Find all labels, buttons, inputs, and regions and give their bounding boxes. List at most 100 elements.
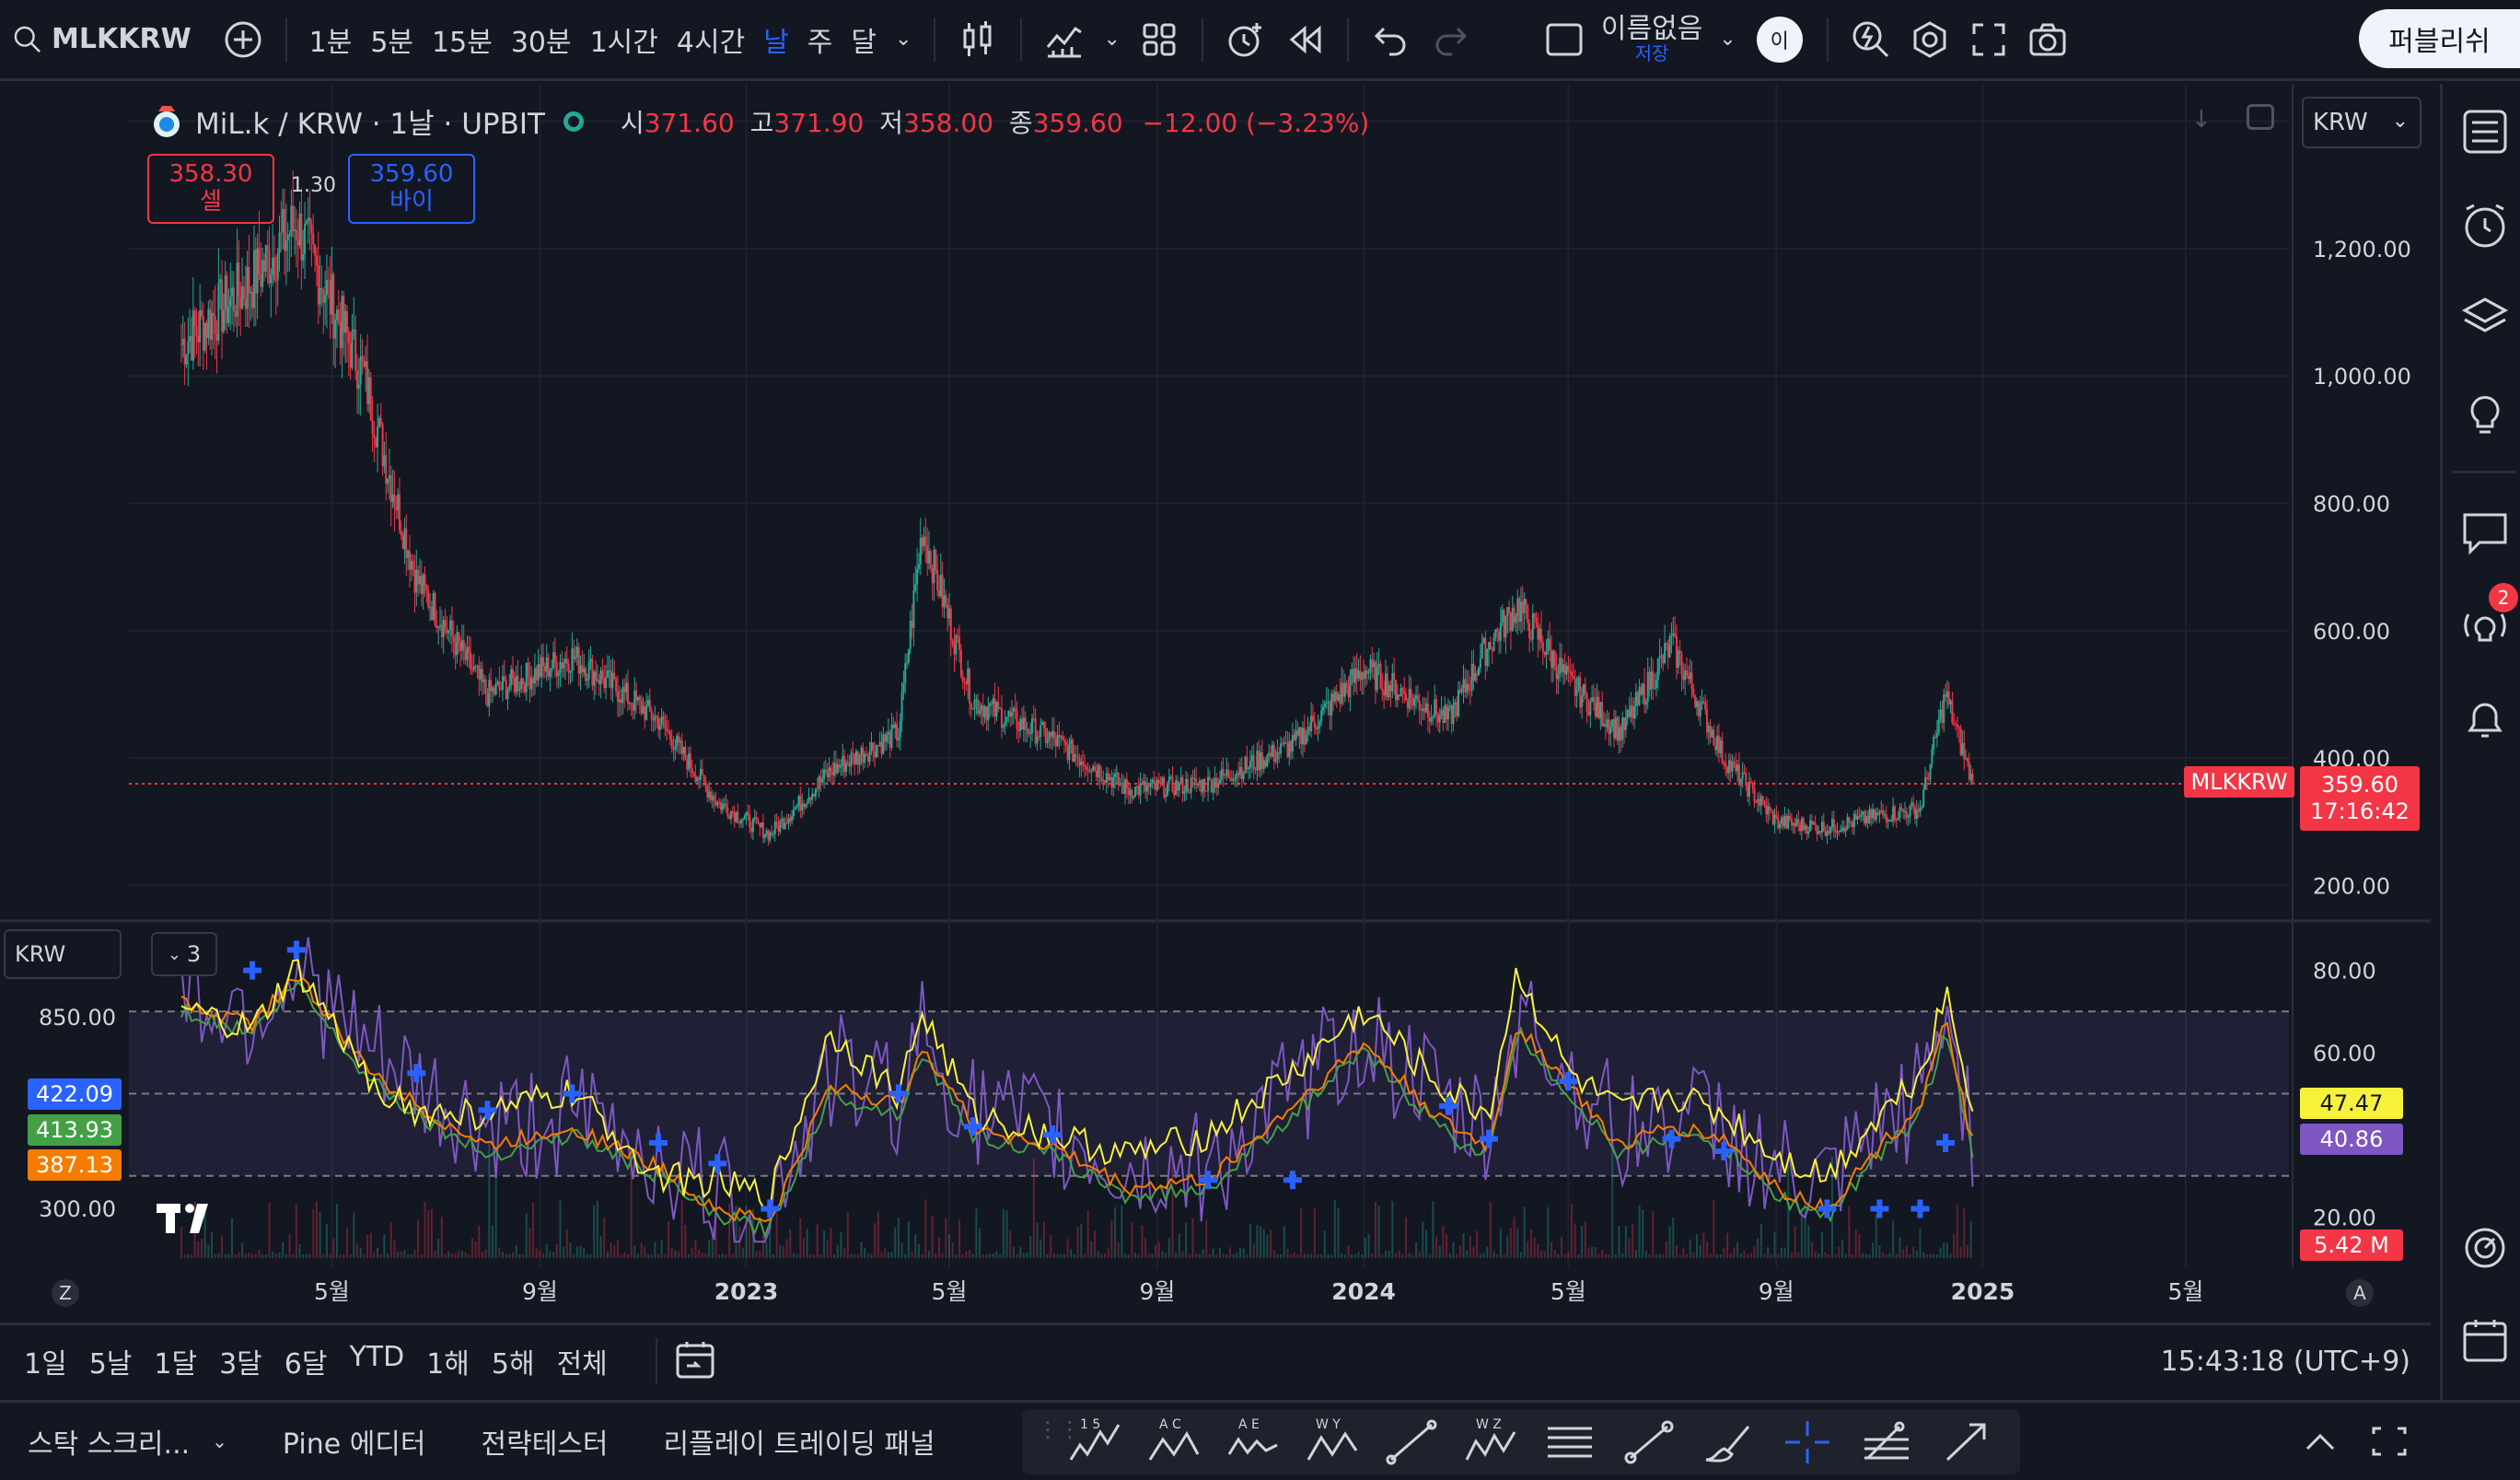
volume-bar [187,1253,190,1258]
candle-body [1652,671,1655,689]
elliott-wxyxz-tool[interactable]: W Z [1451,1415,1530,1470]
maximize-panel-button[interactable] [2370,1423,2409,1463]
settings-button[interactable] [1900,10,1959,69]
trend-angle-tool[interactable] [1372,1415,1451,1470]
elliott-triangle-tool[interactable]: A E [1214,1415,1293,1470]
collapse-panel-button[interactable] [2302,1425,2339,1462]
range-0[interactable]: 1일 [13,1341,78,1381]
layout-select-button[interactable] [1535,10,1594,69]
candle-body [525,662,528,693]
layout-dropdown[interactable]: ⌄ [1710,10,1745,69]
auto-fit-icon[interactable] [2247,104,2274,130]
publish-button[interactable]: 퍼블리쉬 [2359,9,2520,68]
dom-button[interactable] [2461,1224,2509,1272]
avatar[interactable]: 이 [1756,16,1803,63]
volume-bar [1658,1253,1661,1258]
axis-corner-left[interactable]: Z [52,1279,79,1307]
buy-button[interactable]: 359.60 바이 [348,154,475,224]
layout-name[interactable]: 이름없음 저장 [1594,15,1710,64]
currency-dropdown[interactable]: KRW ⌄ [2302,97,2421,148]
volume-bar [377,1247,379,1258]
candle-body [1963,742,1966,760]
candle-body [1092,766,1095,771]
interval-5[interactable]: 4시간 [668,10,754,69]
compare-button[interactable] [214,10,273,69]
axis-corner-right[interactable]: A [2346,1279,2374,1307]
redo-button[interactable] [1421,10,1480,69]
range-1[interactable]: 5날 [78,1341,144,1381]
indicator-currency[interactable]: KRW [4,929,122,979]
watchlist-button[interactable] [2461,108,2509,156]
tab-replay-trading[interactable]: 리플레이 트레이딩 패널 [636,1421,963,1462]
candle-body [1516,598,1519,617]
alarm-plus-icon [1228,22,1261,56]
range-3[interactable]: 3달 [208,1341,273,1381]
clock-timezone[interactable]: 15:43:18 (UTC+9) [2161,1346,2410,1378]
streams-button[interactable] [2461,603,2509,651]
interval-2[interactable]: 15분 [423,10,502,69]
horizontal-lines-tool[interactable] [1530,1415,1609,1470]
calendar-button[interactable] [2461,1316,2509,1364]
buy-label: 바이 [389,188,434,216]
candle-body [1010,712,1013,717]
candle-body [1205,790,1208,792]
indicators-button[interactable] [1035,10,1094,69]
ideas-button[interactable] [2461,388,2509,436]
object-tree-button[interactable] [2461,294,2509,342]
chart-area[interactable]: 1,400.001,200.001,000.00800.00600.00400.… [0,84,2431,1318]
alerts-button[interactable] [2461,202,2509,250]
tab-stock-screener[interactable]: 스탁 스크리... ⌄ [0,1421,255,1462]
alert-button[interactable] [1216,10,1275,69]
range-5[interactable]: YTD [338,1341,415,1381]
candle-body [363,360,366,367]
range-4[interactable]: 6달 [273,1341,339,1381]
candle-body [1460,688,1463,693]
interval-8[interactable]: 달 [842,10,886,69]
interval-dropdown[interactable]: ⌄ [886,10,921,69]
trend-line-tool[interactable] [1609,1415,1689,1470]
scroll-down-icon[interactable]: ↓ [2191,106,2212,134]
elliott-wxy-tool[interactable]: W Y [1293,1415,1372,1470]
volume-bar [379,1253,382,1258]
drag-handle-icon[interactable]: ⋮⋮ [1037,1418,1081,1461]
candle-body [369,377,372,421]
goto-date-button[interactable] [655,1337,716,1384]
candle-body [393,494,396,507]
range-6[interactable]: 1해 [415,1341,481,1381]
quick-search-button[interactable] [1841,10,1900,69]
volume-bar [532,1202,535,1258]
notifications-button[interactable] [2461,695,2509,743]
chart-canvas[interactable]: 1,400.001,200.001,000.00800.00600.00400.… [0,84,2431,1318]
range-2[interactable]: 1달 [143,1341,208,1381]
arrow-tool[interactable] [1926,1415,2005,1470]
indicators-dropdown[interactable]: ⌄ [1094,10,1129,69]
chart-type-button[interactable] [948,10,1007,69]
chats-button[interactable] [2461,507,2509,555]
tab-pine-editor[interactable]: Pine 에디터 [255,1421,454,1462]
volume-bar [1519,1252,1522,1258]
brush-tool[interactable] [1689,1415,1768,1470]
range-8[interactable]: 전체 [546,1341,619,1381]
elliott-correction-tool[interactable]: A C [1134,1415,1214,1470]
fib-tool[interactable] [1847,1415,1926,1470]
replay-button[interactable] [1275,10,1334,69]
candle-body [1438,715,1441,723]
interval-6[interactable]: 날 [754,10,798,69]
crosshair-tool[interactable] [1768,1415,1847,1470]
candle-body [608,670,610,671]
layout-grid-button[interactable] [1130,10,1189,69]
indicator-count-toggle[interactable]: ⌄ 3 [151,932,217,976]
tab-strategy-tester[interactable]: 전략테스터 [454,1421,636,1462]
sell-button[interactable]: 358.30 셀 [147,154,274,224]
interval-4[interactable]: 1시간 [581,10,668,69]
interval-3[interactable]: 30분 [502,10,581,69]
fullscreen-button[interactable] [1959,10,2018,69]
interval-0[interactable]: 1분 [300,10,362,69]
symbol-search[interactable]: MLKKRW [0,10,201,69]
interval-7[interactable]: 주 [798,10,842,69]
snapshot-button[interactable] [2018,10,2077,69]
elliott-impulse-tool[interactable]: 1 5 [1055,1415,1134,1470]
range-7[interactable]: 5해 [481,1341,546,1381]
interval-1[interactable]: 5분 [361,10,423,69]
undo-button[interactable] [1362,10,1421,69]
